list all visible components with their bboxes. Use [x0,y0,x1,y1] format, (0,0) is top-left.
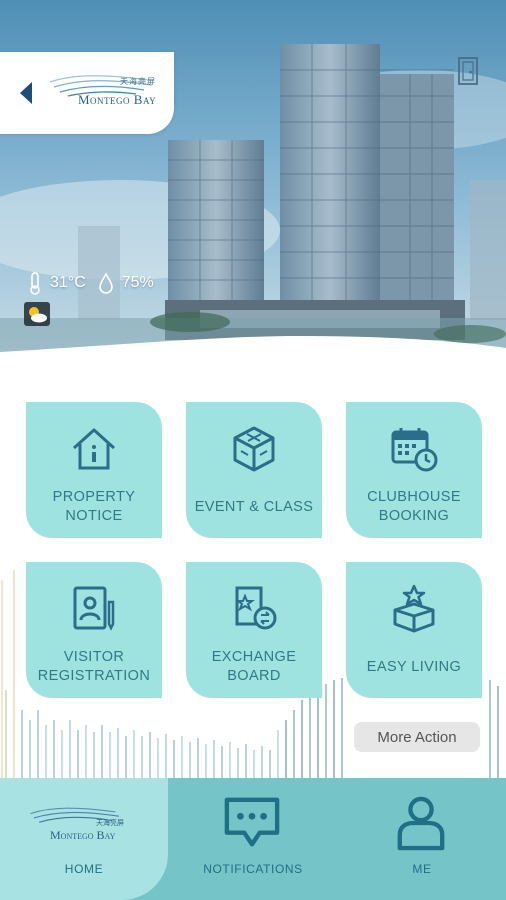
tile-label: PROPERTY NOTICE [52,489,136,524]
user-profile-icon [397,796,445,851]
nav-brand-en: Montego Bay [50,828,116,842]
back-arrow-icon[interactable] [14,78,38,108]
nav-me[interactable]: ME [338,778,506,900]
door-icon[interactable] [456,56,480,86]
tile-visitor-registration[interactable]: VISITOR REGISTRATION [26,562,162,698]
house-icon [72,428,116,470]
brand-name-chinese: 天海亮屏 [120,77,156,86]
brand-header: 天海亮屏 Montego Bay [0,52,174,134]
cube-icon [233,426,275,472]
nav-home[interactable]: 天海亮屏 Montego Bay HOME [0,778,168,900]
gift-box-icon [393,584,435,633]
nav-notifications[interactable]: NOTIFICATIONS [168,778,338,900]
thermometer-icon [30,272,40,295]
tile-clubhouse-booking[interactable]: CLUBHOUSE BOOKING [346,402,482,538]
tile-exchange-board[interactable]: EXCHANGE BOARD [186,562,322,698]
visitor-pass-icon [73,586,115,631]
partly-sunny-icon [24,302,50,326]
more-action-button[interactable]: More Action [354,722,480,752]
nav-label-notifications: NOTIFICATIONS [203,862,303,876]
tile-property-notice[interactable]: PROPERTY NOTICE [26,402,162,538]
nav-brand-zh: 天海亮屏 [96,819,124,827]
tile-easy-living[interactable]: EASY LIVING [346,562,482,698]
brand-name-english: Montego Bay [78,92,157,107]
chat-bubble-icon [224,797,280,847]
tile-label: EASY LIVING [366,659,462,675]
nav-label-me: ME [412,862,432,876]
humidity-value: 75% [121,274,154,291]
bottom-navigation: 天海亮屏 Montego Bay HOME NOTIFICATIONS ME [0,778,506,900]
weather-info: 31°C 75% [28,270,160,296]
tile-label: EVENT & CLASS [194,499,314,515]
humidity-drop-icon [98,272,113,294]
exchange-icon [235,586,277,630]
tile-label: EXCHANGE BOARD [211,649,297,684]
calendar-clock-icon [391,428,438,472]
tile-label: VISITOR REGISTRATION [37,649,151,684]
temperature-value: 31°C [50,274,86,291]
nav-label-home: HOME [64,862,104,876]
hero-banner: 天海亮屏 Montego Bay 31°C 75% [0,0,506,360]
tile-label: CLUBHOUSE BOOKING [367,489,461,524]
tile-event-class[interactable]: EVENT & CLASS [186,402,322,538]
